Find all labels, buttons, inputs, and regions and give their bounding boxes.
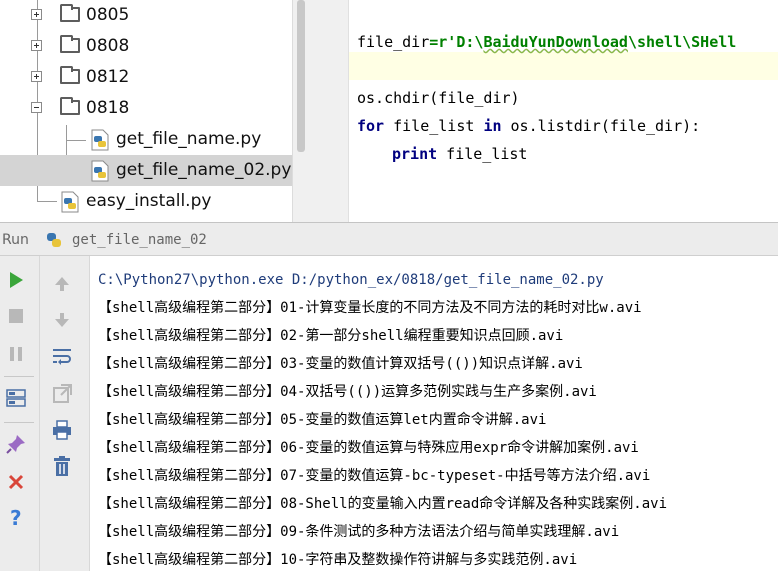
tree-item-file-get-file-name-02[interactable]: get_file_name_02.py	[0, 155, 292, 186]
code-line-3: os.chdir(file_dir)	[357, 89, 520, 107]
soft-wrap-button[interactable]	[50, 344, 74, 368]
code-token: file_list	[384, 117, 484, 135]
clear-all-button[interactable]	[50, 454, 74, 478]
code-token: file_dir	[357, 33, 430, 51]
close-button[interactable]	[4, 470, 28, 494]
console-command-line: C:\Python27\python.exe D:/python_ex/0818…	[98, 272, 604, 288]
console-output-line: 【shell高级编程第二部分】01-计算变量长度的不同方法及不同方法的耗时对比w…	[98, 300, 642, 316]
console-output-line: 【shell高级编程第二部分】03-变量的数值计算双括号(())知识点详解.av…	[98, 356, 583, 372]
folder-icon	[60, 66, 80, 84]
console-output-line: 【shell高级编程第二部分】10-字符串及整数操作符讲解与多实践范例.avi	[98, 552, 578, 568]
code-token: os.listdir(file_dir):	[501, 117, 701, 135]
current-line-highlight	[349, 52, 778, 80]
arrow-down-icon	[55, 313, 69, 327]
close-icon	[8, 474, 24, 490]
tree-item-label: 0808	[86, 36, 130, 56]
code-line-4: for file_list in os.listdir(file_dir):	[357, 116, 700, 136]
expand-plus-icon[interactable]	[31, 40, 42, 51]
toolbar-separator	[4, 376, 34, 377]
help-button[interactable]: ?	[4, 506, 28, 530]
code-editor[interactable]: file_dir=r'D:\BaiduYunDownload\shell\SHe…	[349, 0, 778, 222]
print-button[interactable]	[50, 418, 74, 442]
tree-item-folder-0812[interactable]: 0812	[0, 62, 292, 93]
tree-scrollbar[interactable]	[292, 0, 309, 222]
tree-item-file-get-file-name[interactable]: get_file_name.py	[0, 124, 292, 155]
console-output-line: 【shell高级编程第二部分】05-变量的数值运算let内置命令讲解.avi	[98, 412, 547, 428]
console-output-line: 【shell高级编程第二部分】04-双括号(())运算多范例实践与生产多案例.a…	[98, 384, 597, 400]
console-output-line: 【shell高级编程第二部分】07-变量的数值运算-bc-typeset-中括号…	[98, 468, 651, 484]
tree-scrollbar-thumb[interactable]	[297, 0, 305, 152]
tree-item-label: easy_install.py	[86, 191, 212, 211]
run-tool-window-header: Run get_file_name_02	[0, 222, 778, 256]
code-token: D:\	[456, 33, 484, 51]
code-token: file_list	[437, 145, 528, 163]
run-tab-label[interactable]: get_file_name_02	[72, 232, 207, 248]
code-line-1: file_dir=r'D:\BaiduYunDownload\shell\SHe…	[357, 32, 736, 52]
code-keyword: in	[483, 117, 502, 135]
python-file-icon	[61, 191, 79, 213]
export-button[interactable]	[50, 382, 74, 406]
code-keyword: print	[392, 145, 438, 163]
code-token-typo: BaiduYunDownload	[483, 33, 628, 51]
folder-open-icon	[60, 97, 80, 115]
arrow-up-icon	[55, 277, 69, 291]
python-file-icon	[91, 160, 109, 182]
python-file-icon	[91, 129, 109, 151]
layout-button[interactable]	[4, 386, 28, 410]
console-output-line: 【shell高级编程第二部分】02-第一部分shell编程重要知识点回顾.avi	[98, 328, 564, 344]
scroll-up-button[interactable]	[50, 272, 74, 296]
tree-item-label: 0805	[86, 5, 130, 25]
export-icon	[53, 384, 72, 403]
print-icon	[53, 420, 71, 440]
help-icon: ?	[10, 507, 22, 529]
console-output-line: 【shell高级编程第二部分】08-Shell的变量输入内置read命令详解及各…	[98, 496, 668, 512]
code-line-5: print file_list	[392, 144, 527, 164]
collapse-minus-icon[interactable]	[31, 102, 42, 113]
pause-icon	[10, 347, 22, 361]
toolbar-separator	[4, 422, 34, 423]
tree-item-file-easy-install[interactable]: easy_install.py	[0, 186, 292, 217]
tree-item-folder-0805[interactable]: 0805	[0, 0, 292, 31]
expand-plus-icon[interactable]	[31, 9, 42, 20]
console-output-line: 【shell高级编程第二部分】06-变量的数值运算与特殊应用expr命令讲解加案…	[98, 440, 639, 456]
stop-icon	[9, 309, 23, 323]
tree-item-folder-0818[interactable]: 0818	[0, 93, 292, 124]
tree-item-label: get_file_name.py	[116, 129, 262, 149]
editor-gutter	[309, 0, 349, 222]
rerun-button[interactable]	[4, 268, 28, 292]
tree-item-label: 0818	[86, 98, 130, 118]
run-toolbar-secondary	[40, 256, 90, 571]
folder-icon	[60, 35, 80, 53]
python-icon	[47, 233, 61, 247]
pin-button[interactable]	[4, 432, 28, 456]
tree-item-folder-0808[interactable]: 0808	[0, 31, 292, 62]
scroll-down-button[interactable]	[50, 308, 74, 332]
console-output[interactable]: C:\Python27\python.exe D:/python_ex/0818…	[90, 256, 778, 571]
code-token: =r'	[429, 33, 457, 51]
project-tree: 0805 0808 0812 0818 get_file_name.py get…	[0, 0, 292, 222]
stop-button[interactable]	[4, 304, 28, 328]
layout-icon	[6, 389, 26, 407]
soft-wrap-icon	[53, 349, 71, 365]
code-token: \shell\SHell	[627, 33, 737, 51]
expand-plus-icon[interactable]	[31, 71, 42, 82]
run-title: Run	[2, 232, 29, 248]
folder-icon	[60, 4, 80, 22]
trash-icon	[54, 456, 70, 476]
pin-icon	[6, 435, 25, 454]
run-toolbar-primary: ?	[0, 256, 40, 571]
code-keyword: for	[357, 117, 385, 135]
console-output-line: 【shell高级编程第二部分】09-条件测试的多种方法语法介绍与简单实践理解.a…	[98, 524, 620, 540]
tree-item-label: get_file_name_02.py	[116, 160, 292, 180]
tree-item-label: 0812	[86, 67, 130, 87]
play-icon	[10, 272, 23, 288]
svg-text:?: ?	[10, 507, 22, 529]
pause-button[interactable]	[4, 342, 28, 366]
